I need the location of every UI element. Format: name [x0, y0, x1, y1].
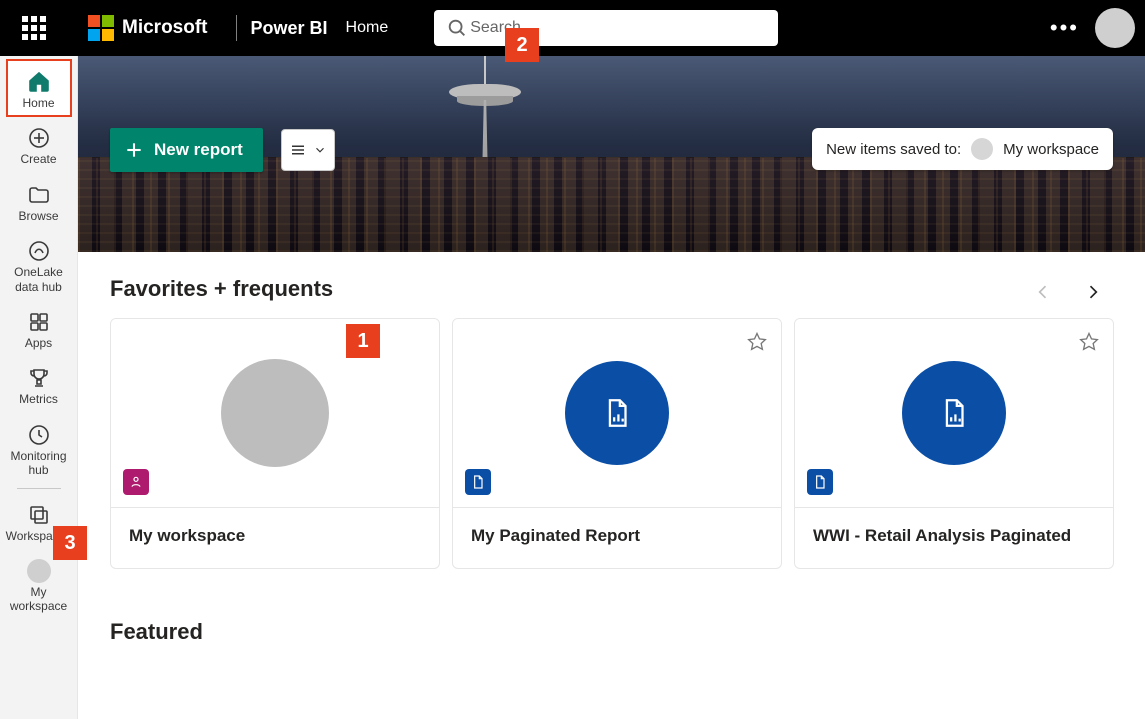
prev-button[interactable]	[1027, 276, 1059, 308]
topbar: Microsoft Power BI Home •••	[0, 0, 1145, 56]
workspace-dot-icon	[971, 138, 993, 160]
chevron-right-icon	[1083, 282, 1103, 302]
workspace-badge-icon	[123, 469, 149, 495]
favorite-toggle[interactable]	[1079, 331, 1099, 356]
sidebar-item-label: My workspace	[10, 585, 67, 614]
sidebar-item-create[interactable]: Create	[7, 116, 71, 172]
product-name[interactable]: Power BI	[251, 18, 328, 39]
microsoft-logo	[88, 15, 114, 41]
paginated-badge-icon	[465, 469, 491, 495]
annotation-3: 3	[53, 526, 87, 560]
plus-circle-icon	[27, 126, 51, 150]
monitoring-icon	[27, 423, 51, 447]
report-thumb-icon	[902, 361, 1006, 465]
workspaces-icon	[27, 503, 51, 527]
sidebar-item-label: Monitoring hub	[10, 449, 66, 478]
card-title: My Paginated Report	[453, 508, 781, 568]
sidebar-item-onelake[interactable]: OneLake data hub	[7, 229, 71, 300]
sidebar-item-monitoring[interactable]: Monitoring hub	[7, 413, 71, 484]
sidebar-item-apps[interactable]: Apps	[7, 300, 71, 356]
favorites-title: Favorites + frequents	[110, 276, 333, 302]
view-toggle-button[interactable]	[281, 129, 335, 171]
sidebar-item-home[interactable]: Home	[7, 60, 71, 116]
search-icon	[446, 17, 468, 39]
more-icon[interactable]: •••	[1050, 15, 1079, 41]
avatar[interactable]	[1095, 8, 1135, 48]
sidebar: Home Create Browse OneLake data hub Apps…	[0, 56, 78, 719]
workspace-thumb-icon	[221, 359, 329, 467]
microsoft-word: Microsoft	[122, 17, 208, 39]
next-button[interactable]	[1077, 276, 1109, 308]
sidebar-item-label: Metrics	[19, 392, 58, 406]
featured-title: Featured	[110, 619, 1113, 645]
card-title: WWI - Retail Analysis Paginated	[795, 508, 1113, 568]
sidebar-item-label: Browse	[18, 209, 58, 223]
favorites-cards: My workspace My Paginated Report	[110, 318, 1113, 569]
card-title: My workspace	[111, 508, 439, 568]
chevron-down-icon	[313, 143, 327, 157]
annotation-2: 2	[505, 28, 539, 62]
saved-to-prefix: New items saved to:	[826, 141, 961, 158]
hero-banner: New report New items saved to: My worksp…	[78, 56, 1145, 252]
app-launcher-icon[interactable]	[18, 12, 50, 44]
new-report-button[interactable]: New report	[110, 128, 263, 172]
star-icon	[1079, 331, 1099, 351]
new-report-label: New report	[154, 140, 243, 160]
report-thumb-icon	[565, 361, 669, 465]
list-view-icon	[289, 141, 307, 159]
breadcrumb: Home	[346, 19, 389, 37]
divider	[236, 15, 237, 41]
saved-to-pill[interactable]: New items saved to: My workspace	[812, 128, 1113, 170]
divider	[17, 488, 61, 489]
favorite-toggle[interactable]	[747, 331, 767, 356]
main: New report New items saved to: My worksp…	[78, 56, 1145, 719]
sidebar-item-label: Create	[20, 152, 56, 166]
trophy-icon	[27, 366, 51, 390]
sidebar-item-metrics[interactable]: Metrics	[7, 356, 71, 412]
carousel-pager	[1027, 276, 1113, 308]
annotation-1: 1	[346, 324, 380, 358]
sidebar-item-label: Home	[22, 96, 54, 110]
paginated-badge-icon	[807, 469, 833, 495]
card-my-workspace[interactable]: My workspace	[110, 318, 440, 569]
search-box[interactable]	[434, 10, 778, 46]
sidebar-item-label: OneLake data hub	[14, 265, 63, 294]
home-icon	[27, 70, 51, 94]
plus-icon	[124, 140, 144, 160]
folder-icon	[27, 183, 51, 207]
workspace-avatar-icon	[27, 559, 51, 583]
star-icon	[747, 331, 767, 351]
card-my-paginated-report[interactable]: My Paginated Report	[452, 318, 782, 569]
sidebar-item-label: Apps	[25, 336, 52, 350]
card-wwi-retail[interactable]: WWI - Retail Analysis Paginated	[794, 318, 1114, 569]
saved-to-target: My workspace	[1003, 141, 1099, 158]
chevron-left-icon	[1033, 282, 1053, 302]
apps-icon	[27, 310, 51, 334]
sidebar-item-browse[interactable]: Browse	[7, 173, 71, 229]
onelake-icon	[27, 239, 51, 263]
